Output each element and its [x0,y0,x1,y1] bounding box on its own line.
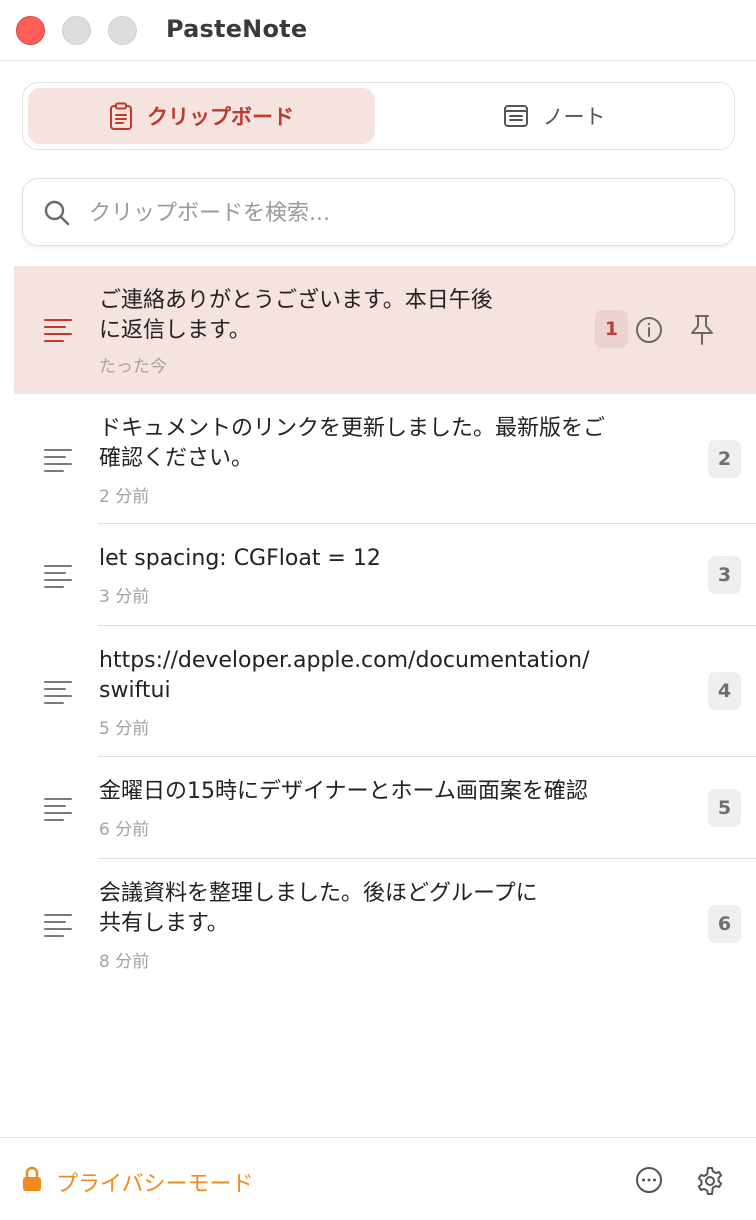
clip-row-selected[interactable]: ご連絡ありがとうございます。本日午後 に返信します。 たった今 1 [14,266,756,394]
text-lines-icon [44,680,72,708]
clip-timestamp: 2 分前 [99,487,150,507]
privacy-mode-button[interactable]: プライバシーモード [22,1166,254,1198]
text-lines-icon [44,448,72,476]
clip-row[interactable]: ドキュメントのリンクを更新しました。最新版をご 確認ください。 2 分前 2 [0,394,756,524]
clip-timestamp: 3 分前 [99,587,150,607]
title-bar: PasteNote [0,0,756,61]
tab-notes[interactable]: ノート [379,88,729,144]
close-window-button[interactable] [16,16,45,45]
clip-text-line: ご連絡ありがとうございます。本日午後 [99,288,493,313]
privacy-mode-label: プライバシーモード [56,1172,254,1197]
more-options-icon[interactable] [635,1166,663,1198]
clip-index-badge: 1 [595,310,628,348]
bottom-bar: プライバシーモード [0,1137,756,1220]
clip-text: let spacing: CGFloat = 12 [99,544,381,574]
minimize-window-button[interactable] [62,16,91,45]
clip-index-badge: 3 [708,556,741,594]
text-lines-icon [44,797,72,825]
clip-index-badge: 4 [708,672,741,710]
lock-icon [22,1166,42,1198]
clip-text: 金曜日の15時にデザイナーとホーム画面案を確認 [99,777,588,807]
clip-row[interactable]: 会議資料を整理しました。後ほどグループに 共有します。 8 分前 6 [0,859,756,989]
clip-text-line: https://developer.apple.com/documentatio… [99,648,590,673]
mode-segmented-control: クリップボード ノート [22,82,735,150]
clip-index-badge: 6 [708,905,741,943]
tab-clipboard-label: クリップボード [147,105,294,129]
clip-row[interactable]: 金曜日の15時にデザイナーとホーム画面案を確認 6 分前 5 [0,757,756,859]
clip-timestamp: たった今 [99,357,167,377]
search-bar [22,178,735,246]
clip-text-line: 会議資料を整理しました。後ほどグループに [99,881,538,906]
pin-icon[interactable] [688,314,716,350]
clip-text: https://developer.apple.com/documentatio… [99,646,590,706]
tab-clipboard[interactable]: クリップボード [28,88,375,144]
search-icon [43,199,71,231]
clip-text-line: ドキュメントのリンクを更新しました。最新版をご [99,416,606,441]
tab-notes-label: ノート [542,105,606,129]
clip-row[interactable]: let spacing: CGFloat = 12 3 分前 3 [0,524,756,626]
clip-text-line: let spacing: CGFloat = 12 [99,546,381,571]
info-icon[interactable] [635,316,663,348]
clip-row[interactable]: https://developer.apple.com/documentatio… [0,626,756,757]
note-icon [503,104,529,128]
clip-text-line: swiftui [99,678,171,703]
text-lines-icon [44,564,72,592]
clip-text-line: 確認ください。 [99,446,254,471]
clip-text: ドキュメントのリンクを更新しました。最新版をご 確認ください。 [99,414,605,474]
clip-index-badge: 5 [708,789,741,827]
clip-timestamp: 8 分前 [99,952,150,972]
zoom-window-button[interactable] [108,16,137,45]
text-lines-icon [44,913,72,941]
clip-timestamp: 5 分前 [99,719,150,739]
clip-text-line: に返信します。 [99,318,251,343]
clip-timestamp: 6 分前 [99,820,150,840]
clip-text: ご連絡ありがとうございます。本日午後 に返信します。 [99,286,493,346]
text-lines-icon [44,318,72,346]
search-input[interactable] [89,193,709,233]
clipboard-icon [109,102,133,130]
clip-text-line: 金曜日の15時にデザイナーとホーム画面案を確認 [99,779,588,804]
gear-icon[interactable] [695,1166,725,1200]
app-title: PasteNote [166,15,308,43]
clip-text-line: 共有します。 [99,911,229,936]
clip-index-badge: 2 [708,440,741,478]
clip-text: 会議資料を整理しました。後ほどグループに 共有します。 [99,879,538,939]
